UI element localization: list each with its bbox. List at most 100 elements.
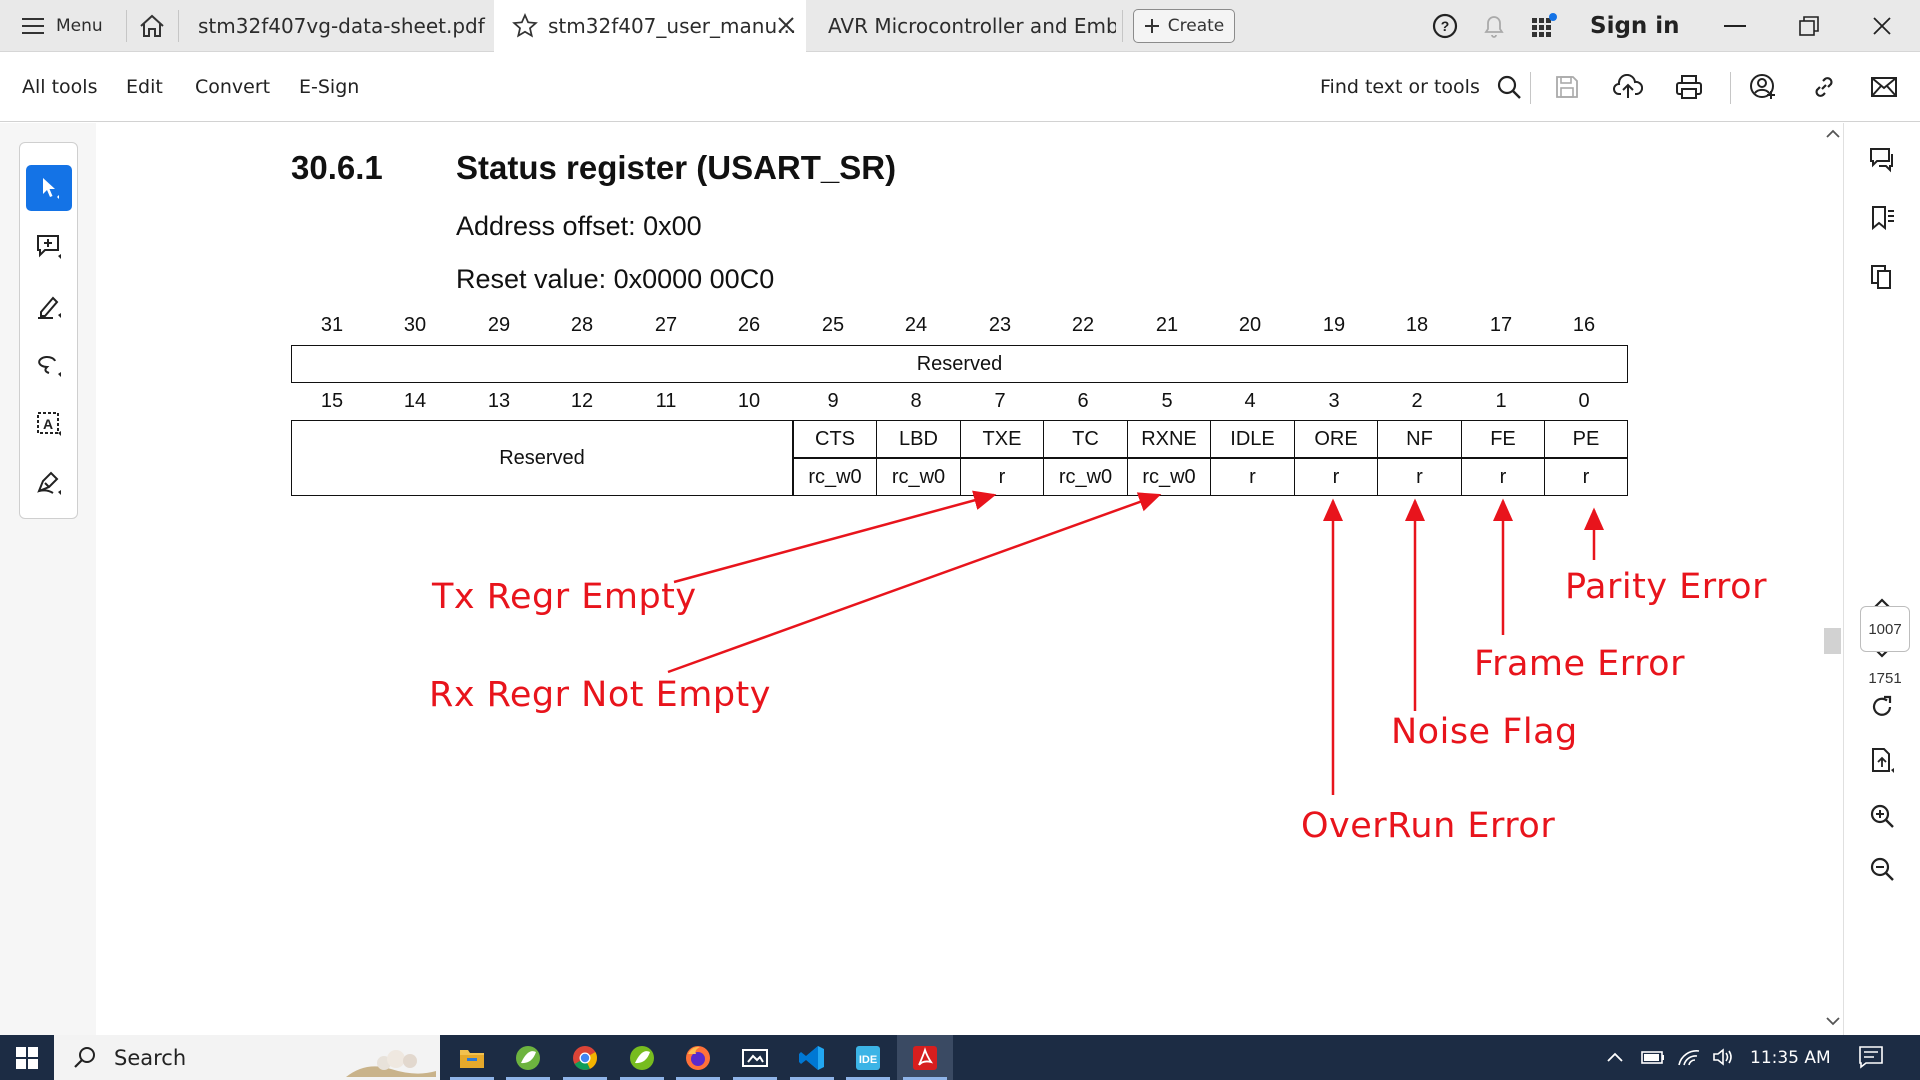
- zoom-in-button[interactable]: [1864, 798, 1900, 834]
- taskbar-chrome[interactable]: [557, 1035, 613, 1080]
- scrollbar-thumb[interactable]: [1824, 628, 1841, 654]
- home-button[interactable]: [136, 0, 168, 52]
- arrow-txe: [673, 490, 997, 584]
- apps-button[interactable]: [1530, 0, 1558, 52]
- pages-icon: [1868, 263, 1896, 291]
- find-label: Find text or tools: [1320, 76, 1480, 98]
- tab-label: stm32f407_user_manu...: [548, 14, 797, 38]
- add-comment-tool[interactable]: [26, 224, 72, 270]
- search-highlight-image: [346, 1041, 436, 1077]
- chevron-up-icon[interactable]: [1826, 129, 1840, 139]
- bookmarks-icon: [1868, 204, 1896, 232]
- svg-text:IDE: IDE: [859, 1054, 877, 1066]
- save-button[interactable]: [1549, 69, 1585, 105]
- print-button[interactable]: [1671, 69, 1707, 105]
- help-icon: ?: [1432, 13, 1458, 39]
- zoom-out-button[interactable]: [1864, 851, 1900, 887]
- menu-edit[interactable]: Edit: [126, 52, 163, 122]
- notification-center-icon[interactable]: [1858, 1045, 1884, 1069]
- home-icon: [139, 14, 165, 38]
- export-page-button[interactable]: [1864, 743, 1900, 779]
- plus-icon: [1144, 18, 1160, 34]
- upload-button[interactable]: [1610, 69, 1646, 105]
- text-recognition-icon: A: [35, 410, 63, 438]
- menu-convert[interactable]: Convert: [195, 52, 270, 122]
- create-label: Create: [1167, 16, 1225, 36]
- svg-text:A: A: [43, 416, 53, 432]
- taskbar-clock[interactable]: 11:35 AM: [1750, 1035, 1831, 1080]
- quick-tools: A: [19, 142, 78, 519]
- window-close-icon: [1872, 16, 1892, 36]
- refresh-icon: [1868, 693, 1896, 721]
- close-icon[interactable]: [776, 15, 796, 35]
- right-panel: [1843, 123, 1920, 1035]
- search-icon: [1496, 74, 1522, 100]
- minimize-icon: [1724, 24, 1746, 28]
- window-close-button[interactable]: [1872, 0, 1892, 52]
- taskbar-vscode[interactable]: [784, 1035, 840, 1080]
- sign-tool[interactable]: [26, 460, 72, 506]
- pages-button[interactable]: [1864, 259, 1900, 295]
- chevron-down-icon[interactable]: [1826, 1016, 1840, 1026]
- taskbar-snipping-tool[interactable]: [727, 1035, 783, 1080]
- windows-start-icon: [15, 1046, 39, 1070]
- annotation-rx-regr-not-empty: Rx Regr Not Empty: [429, 675, 771, 715]
- highlight-tool[interactable]: [26, 283, 72, 329]
- minimize-button[interactable]: [1724, 0, 1746, 52]
- windows-taskbar: Search IDE 11:35 AM: [0, 1035, 1920, 1080]
- link-icon: [1811, 74, 1837, 100]
- bell-icon: [1482, 13, 1506, 39]
- restore-button[interactable]: [1799, 0, 1819, 52]
- tab-bar: Menu stm32f407vg-data-sheet.pdf stm32f40…: [0, 0, 1920, 52]
- wifi-icon[interactable]: [1677, 1047, 1701, 1067]
- rotate-button[interactable]: [1864, 689, 1900, 725]
- comments-icon: [1868, 146, 1896, 174]
- help-button[interactable]: ?: [1432, 0, 1458, 52]
- tab-user-manual[interactable]: stm32f407_user_manu...: [494, 0, 806, 52]
- create-button[interactable]: Create: [1133, 9, 1235, 43]
- notifications-button[interactable]: [1482, 0, 1506, 52]
- taskbar-stm32cubeide[interactable]: IDE: [840, 1035, 896, 1080]
- comments-button[interactable]: [1864, 142, 1900, 178]
- tab-data-sheet[interactable]: stm32f407vg-data-sheet.pdf: [186, 0, 486, 52]
- draw-tool[interactable]: [26, 342, 72, 388]
- volume-icon[interactable]: [1712, 1047, 1736, 1067]
- chevron-up-icon[interactable]: [1606, 1051, 1624, 1063]
- menu-e-sign[interactable]: E-Sign: [299, 52, 359, 122]
- tab-avr-book[interactable]: AVR Microcontroller and Embe...: [816, 0, 1116, 52]
- share-user-icon: [1749, 73, 1777, 101]
- tab-label: stm32f407vg-data-sheet.pdf: [198, 14, 485, 38]
- current-page-input[interactable]: 1007: [1860, 606, 1910, 652]
- add-comment-icon: [35, 233, 63, 261]
- taskbar-spring-tools[interactable]: [500, 1035, 556, 1080]
- taskbar-acrobat[interactable]: [897, 1035, 953, 1080]
- arrow-rxne: [667, 492, 1162, 674]
- search-icon: [72, 1045, 98, 1071]
- star-icon[interactable]: [512, 13, 538, 39]
- hamburger-icon: [22, 17, 44, 35]
- share-button[interactable]: [1745, 69, 1781, 105]
- print-icon: [1675, 74, 1703, 100]
- taskbar-spring-boot[interactable]: [614, 1035, 670, 1080]
- menu-label: Menu: [56, 16, 103, 36]
- bookmarks-button[interactable]: [1864, 200, 1900, 236]
- menu-all-tools[interactable]: All tools: [22, 52, 97, 122]
- zoom-in-icon: [1868, 802, 1896, 830]
- menu-button[interactable]: Menu: [22, 0, 103, 52]
- tab-label: AVR Microcontroller and Embe...: [828, 14, 1116, 38]
- start-button[interactable]: [0, 1035, 54, 1080]
- annotation-arrows: [667, 490, 1604, 795]
- annotation-noise-flag: Noise Flag: [1391, 712, 1578, 752]
- taskbar-firefox[interactable]: [670, 1035, 726, 1080]
- annotation-parity-error: Parity Error: [1565, 567, 1767, 607]
- battery-icon[interactable]: [1640, 1047, 1666, 1067]
- link-button[interactable]: [1806, 69, 1842, 105]
- select-tool[interactable]: [26, 165, 72, 211]
- find-tools-button[interactable]: Find text or tools: [1320, 52, 1522, 122]
- text-recognition-tool[interactable]: A: [26, 401, 72, 447]
- taskbar-search[interactable]: Search: [54, 1035, 440, 1080]
- taskbar-file-explorer[interactable]: [444, 1035, 500, 1080]
- sign-in-button[interactable]: Sign in: [1590, 0, 1680, 52]
- vertical-scrollbar[interactable]: [1822, 123, 1843, 1035]
- email-button[interactable]: [1866, 69, 1902, 105]
